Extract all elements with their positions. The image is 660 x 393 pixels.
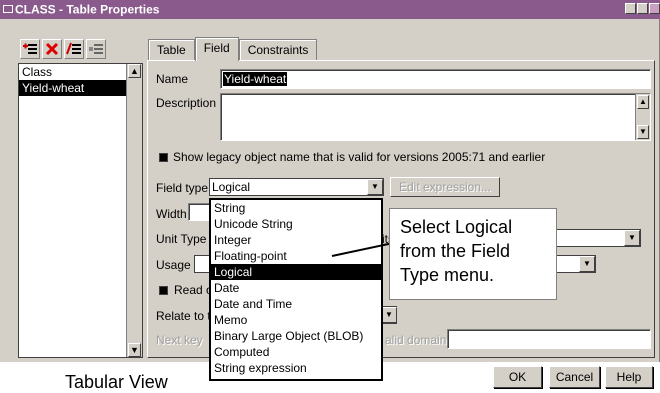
scroll-down-icon[interactable]: ▼ [128,343,141,357]
callout-line-3: Type menu. [400,265,495,285]
list-item-selected[interactable]: Yield-wheat [19,80,126,96]
minimize-button[interactable] [625,3,636,14]
delete-icon [45,42,59,56]
list-scrollbar[interactable]: ▲ ▼ [126,64,142,357]
name-value: Yield-wheat [223,72,288,86]
chevron-down-icon[interactable]: ▼ [624,230,640,246]
field-type-select[interactable]: Logical ▼ [209,178,384,196]
help-button[interactable]: Help [605,366,653,388]
valid-domain-input[interactable] [447,329,651,349]
next-key-label: Next key [156,333,203,347]
add-row-icon [23,43,37,54]
instruction-callout: Select Logical from the Field Type menu. [389,208,557,300]
option-string[interactable]: String [211,200,381,216]
move-button[interactable] [86,39,106,59]
description-label: Description [156,96,217,110]
tab-constraints[interactable]: Constraints [238,39,318,61]
delete-button[interactable] [42,39,62,59]
scroll-up-icon[interactable]: ▲ [637,95,649,109]
callout-line-2: from the Field [400,241,511,261]
field-type-value: Logical [212,180,251,194]
width-label: Width [156,207,187,221]
chevron-down-icon[interactable]: ▼ [367,179,383,195]
relate-to-label: Relate to t [156,309,211,323]
close-button[interactable] [649,3,660,14]
legacy-name-checkbox[interactable] [159,153,168,162]
usage-label: Usage [156,258,191,272]
ok-button[interactable]: OK [493,366,542,388]
relate-to-select[interactable]: ▼ [381,306,397,324]
option-unicode-string[interactable]: Unicode String [211,216,381,232]
field-type-dropdown[interactable]: String Unicode String Integer Floating-p… [209,198,383,381]
move-icon [89,44,103,54]
option-date-and-time[interactable]: Date and Time [211,296,381,312]
name-label: Name [156,72,189,86]
edit-expression-button[interactable]: Edit expression... [390,177,500,197]
maximize-button[interactable] [637,3,648,14]
option-string-expression[interactable]: String expression [211,360,381,376]
usage-select-right[interactable]: ▼ [556,255,596,273]
callout-line-1: Select Logical [400,217,513,237]
width-input[interactable] [188,203,210,221]
option-memo[interactable]: Memo [211,312,381,328]
description-input[interactable]: ▲ ▼ [220,93,651,141]
edit-button[interactable] [64,39,84,59]
list-item[interactable]: Class [19,64,142,80]
read-only-checkbox[interactable] [159,286,168,295]
chevron-down-icon[interactable]: ▼ [579,256,595,272]
title-bar[interactable]: CLASS - Table Properties [0,0,660,19]
toolbar [20,39,106,59]
option-blob[interactable]: Binary Large Object (BLOB) [211,328,381,344]
field-list[interactable]: Class Yield-wheat ▲ ▼ [18,63,143,358]
option-date[interactable]: Date [211,280,381,296]
scroll-down-icon[interactable]: ▼ [637,125,649,139]
add-row-button[interactable] [20,39,40,59]
valid-domain-label: alid domain [385,333,447,347]
edit-icon [66,42,81,55]
tab-field[interactable]: Field [194,37,239,61]
tab-table[interactable]: Table [148,39,195,61]
chevron-down-icon[interactable]: ▼ [381,307,397,323]
figure-caption: Tabular View [65,372,168,392]
option-integer[interactable]: Integer [211,232,381,248]
option-logical[interactable]: Logical [211,264,381,280]
field-type-label: Field type [156,181,209,195]
cancel-button[interactable]: Cancel [549,366,600,388]
window-menu-icon[interactable] [3,4,13,13]
scroll-up-icon[interactable]: ▲ [128,64,141,78]
description-scrollbar[interactable]: ▲ ▼ [635,94,650,140]
legacy-name-label: Show legacy object name that is valid fo… [173,150,546,164]
usage-select[interactable] [194,255,210,273]
units-select[interactable]: ▼ [556,229,641,247]
window-title: CLASS - Table Properties [15,2,160,17]
read-only-label: Read o [174,283,213,297]
name-input[interactable]: Yield-wheat [220,69,651,89]
unit-type-label: Unit Type [156,232,207,246]
option-computed[interactable]: Computed [211,344,381,360]
window-controls [625,3,660,14]
